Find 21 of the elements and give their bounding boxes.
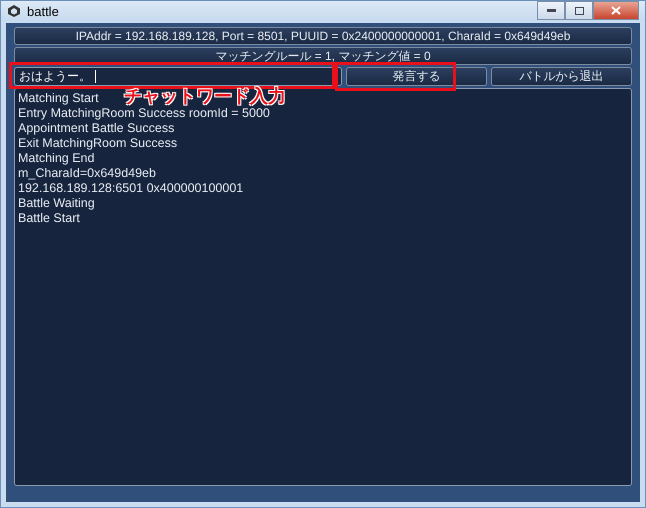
maximize-icon: [574, 6, 584, 14]
log-line: Matching End: [18, 151, 94, 166]
log-line: Battle Start: [18, 211, 80, 226]
log-line: 192.168.189.128:6501 0x400000100001: [18, 181, 244, 196]
close-icon: [611, 6, 621, 15]
send-button[interactable]: 発言する: [346, 67, 487, 86]
minimize-icon: [546, 8, 556, 12]
minimize-button[interactable]: [537, 1, 565, 20]
maximize-button[interactable]: [565, 1, 593, 20]
app-logo-icon: [7, 4, 21, 18]
window-title: battle: [27, 4, 59, 18]
log-line: Battle Waiting: [18, 196, 95, 211]
log-line: Entry MatchingRoom Success roomId = 5000: [18, 106, 270, 121]
log-line: Appointment Battle Success: [18, 121, 174, 136]
log-line: Exit MatchingRoom Success: [18, 136, 178, 151]
log-line: Matching Start: [18, 91, 99, 106]
close-button[interactable]: [593, 1, 639, 20]
log-line: m_CharaId=0x649d49eb: [18, 166, 156, 181]
exit-battle-button[interactable]: バトルから退出: [491, 67, 632, 86]
connection-info-bar: IPAddr = 192.168.189.128, Port = 8501, PUUID = 0x2400000000001, CharaId = 0x649d49eb: [14, 27, 632, 45]
chat-input-field[interactable]: おはようー。: [14, 67, 342, 86]
